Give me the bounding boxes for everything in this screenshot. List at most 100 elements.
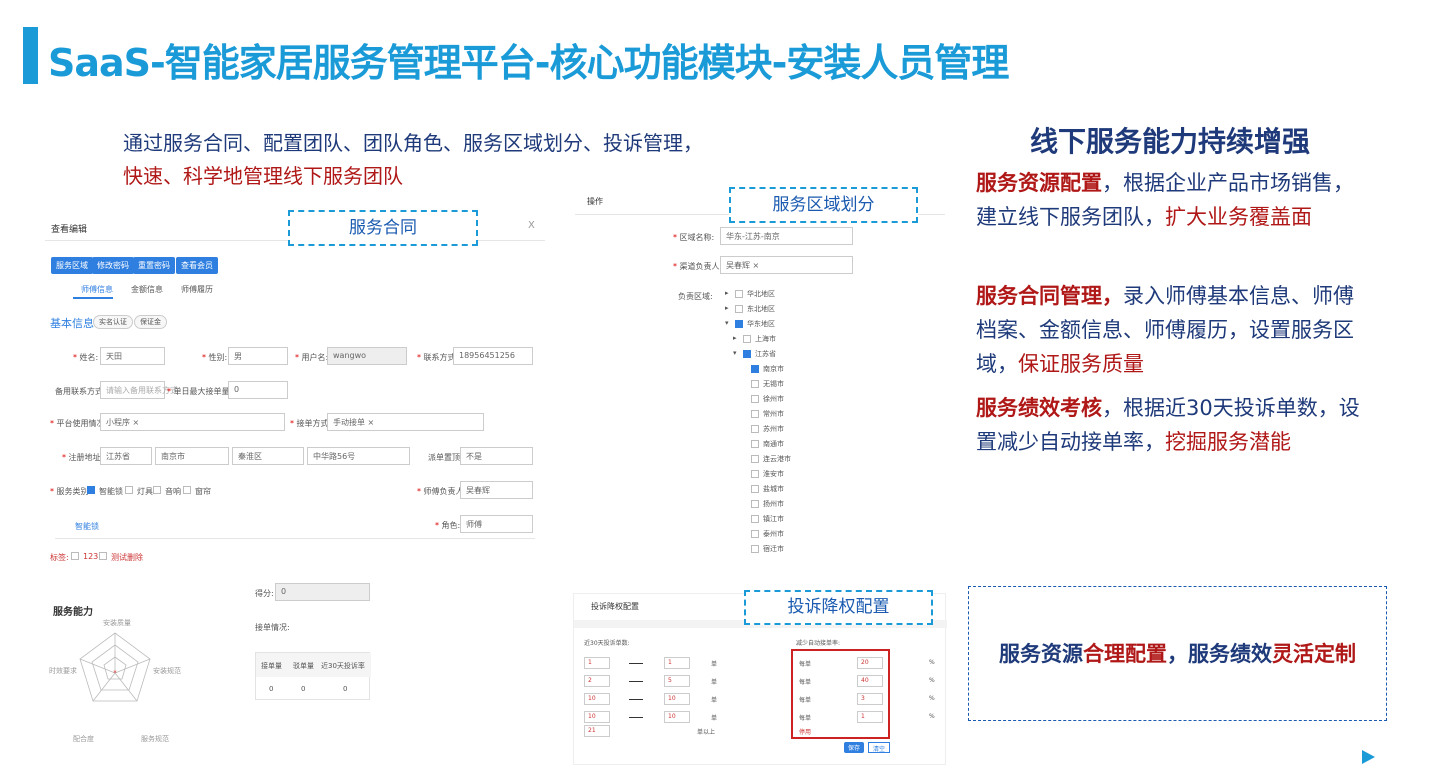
checkbox-smart-lock[interactable] bbox=[87, 486, 95, 494]
checkbox-tag-test[interactable] bbox=[99, 552, 107, 560]
tree-checkbox[interactable] bbox=[735, 305, 743, 313]
order-mode-select[interactable]: 手动接单 × bbox=[327, 413, 484, 431]
reset-password-button[interactable]: 重置密码 bbox=[133, 257, 175, 274]
table-cell-orders: 0 bbox=[269, 685, 274, 693]
tree-checkbox[interactable] bbox=[751, 440, 759, 448]
tree-item-label: 扬州市 bbox=[763, 500, 784, 508]
tree-toggle-icon[interactable]: ▾ bbox=[725, 319, 729, 327]
title-accent-bar bbox=[23, 27, 38, 84]
username-label: 用户名: bbox=[295, 352, 329, 363]
city-select[interactable]: 南京市 bbox=[155, 447, 229, 465]
count-unit: 单 bbox=[711, 697, 718, 704]
role-select[interactable]: 师傅 bbox=[460, 515, 533, 533]
max-orders-field[interactable]: 0 bbox=[228, 381, 288, 399]
max-count-field[interactable]: 10 bbox=[664, 693, 690, 705]
checkbox-lamp[interactable] bbox=[125, 486, 133, 494]
tree-checkbox[interactable] bbox=[751, 485, 759, 493]
save-button[interactable]: 保存 bbox=[844, 742, 865, 753]
play-icon[interactable] bbox=[1362, 750, 1375, 764]
rate-field[interactable]: 40 bbox=[857, 675, 883, 687]
rate-field[interactable]: 1 bbox=[857, 711, 883, 723]
tree-toggle-icon[interactable]: ▾ bbox=[733, 349, 737, 357]
district-select[interactable]: 秦淮区 bbox=[232, 447, 304, 465]
table-head-complaint-rate: 近30天投诉率 bbox=[321, 662, 365, 670]
street-field[interactable]: 中华路56号 bbox=[307, 447, 410, 465]
rate-field[interactable]: 3 bbox=[857, 693, 883, 705]
min-count-field[interactable]: 2 bbox=[584, 675, 610, 687]
tree-toggle-icon[interactable]: ▸ bbox=[733, 334, 737, 342]
clear-button[interactable]: 清空 bbox=[868, 742, 891, 753]
checkbox-tag-123[interactable] bbox=[71, 552, 79, 560]
tab-master-info[interactable]: 师傅信息 bbox=[81, 284, 113, 295]
summary-part-b: 合理配置 bbox=[1083, 641, 1167, 666]
percent-unit: % bbox=[929, 713, 935, 720]
area-name-field[interactable]: 华东-江苏-南京 bbox=[720, 227, 853, 245]
service-area-button[interactable]: 服务区域 bbox=[51, 257, 93, 274]
tree-checkbox[interactable] bbox=[751, 470, 759, 478]
phone-field[interactable]: 18956451256 bbox=[453, 347, 533, 365]
tree-checkbox[interactable] bbox=[743, 350, 751, 358]
summary-box: 服务资源合理配置，服务绩效灵活定制 bbox=[968, 586, 1387, 721]
subtab-smart-lock[interactable]: 智能锁 bbox=[75, 521, 99, 532]
tree-toggle-icon[interactable]: ▸ bbox=[725, 289, 729, 297]
score-label: 得分: bbox=[255, 589, 274, 598]
checkbox-curtain[interactable] bbox=[183, 486, 191, 494]
table-cell-rejects: 0 bbox=[301, 685, 306, 693]
change-password-button[interactable]: 修改密码 bbox=[92, 257, 134, 274]
gender-select[interactable]: 男 bbox=[228, 347, 288, 365]
summary-part-d: 灵活定制 bbox=[1272, 641, 1356, 666]
channel-select[interactable]: 吴春辉 × bbox=[720, 256, 853, 274]
tree-item-label: 苏州市 bbox=[763, 425, 784, 433]
tree-checkbox[interactable] bbox=[751, 515, 759, 523]
pin-top-label: 派单置顶: bbox=[428, 453, 463, 462]
role-label: 角色: bbox=[435, 520, 461, 531]
tree-checkbox[interactable] bbox=[751, 410, 759, 418]
tree-checkbox[interactable] bbox=[751, 380, 759, 388]
summary-part-c: ，服务绩效 bbox=[1167, 641, 1272, 666]
tree-toggle-icon[interactable]: ▸ bbox=[725, 304, 729, 312]
close-icon[interactable]: X bbox=[528, 220, 535, 231]
rate-field[interactable]: 20 bbox=[857, 657, 883, 669]
max-count-field[interactable]: 10 bbox=[664, 711, 690, 723]
tree-checkbox[interactable] bbox=[751, 530, 759, 538]
last-threshold-unit: 单以上 bbox=[697, 729, 716, 736]
pin-top-select[interactable]: 不是 bbox=[460, 447, 533, 465]
tree-item-label: 宿迁市 bbox=[763, 545, 784, 553]
manager-select[interactable]: 吴春辉 bbox=[460, 481, 533, 499]
backup-phone-field[interactable]: 请输入备用联系方式 bbox=[100, 381, 178, 399]
tree-item-label: 江苏省 bbox=[755, 350, 776, 358]
platform-label: 平台使用情况: bbox=[50, 418, 108, 429]
last-threshold-field[interactable]: 21 bbox=[584, 725, 610, 737]
backup-phone-label: 备用联系方式: bbox=[55, 387, 106, 396]
name-field[interactable]: 天田 bbox=[100, 347, 165, 365]
tree-checkbox[interactable] bbox=[751, 425, 759, 433]
min-count-field[interactable]: 1 bbox=[584, 657, 610, 669]
operation-title: 操作 bbox=[587, 197, 603, 206]
tree-checkbox[interactable] bbox=[751, 455, 759, 463]
dialog-title: 查看编辑 bbox=[51, 225, 88, 235]
tree-checkbox[interactable] bbox=[735, 290, 743, 298]
tree-checkbox[interactable] bbox=[751, 545, 759, 553]
table-cell-complaint-rate: 0 bbox=[343, 685, 348, 693]
tab-amount-info[interactable]: 金额信息 bbox=[131, 284, 163, 295]
max-orders-label: 单日最大接单量: bbox=[167, 386, 233, 397]
province-select[interactable]: 江苏省 bbox=[100, 447, 152, 465]
tags-label: 标签: bbox=[50, 553, 69, 562]
checkbox-speaker[interactable] bbox=[153, 486, 161, 494]
tree-checkbox[interactable] bbox=[743, 335, 751, 343]
tab-active-indicator bbox=[73, 297, 113, 299]
min-count-field[interactable]: 10 bbox=[584, 693, 610, 705]
tab-master-history[interactable]: 师傅履历 bbox=[181, 284, 213, 295]
tree-checkbox[interactable] bbox=[735, 320, 743, 328]
tree-checkbox[interactable] bbox=[751, 500, 759, 508]
min-count-field[interactable]: 10 bbox=[584, 711, 610, 723]
tree-item-label: 南通市 bbox=[763, 440, 784, 448]
platform-select[interactable]: 小程序 × bbox=[100, 413, 285, 431]
complaint-form-title: 投诉降权配置 bbox=[591, 602, 639, 611]
tree-item-label: 徐州市 bbox=[763, 395, 784, 403]
max-count-field[interactable]: 5 bbox=[664, 675, 690, 687]
tree-checkbox[interactable] bbox=[751, 395, 759, 403]
max-count-field[interactable]: 1 bbox=[664, 657, 690, 669]
tree-checkbox[interactable] bbox=[751, 365, 759, 373]
view-member-button[interactable]: 查看会员 bbox=[176, 257, 218, 274]
